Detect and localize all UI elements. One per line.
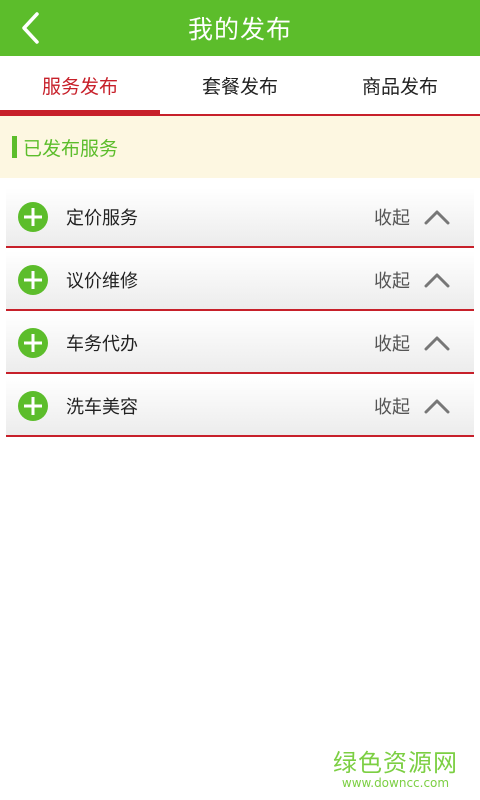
chevron-up-icon[interactable] — [424, 209, 450, 225]
chevron-left-icon — [22, 12, 39, 44]
watermark-title: 绿色资源网 — [333, 749, 458, 777]
list-item-label: 议价维修 — [66, 271, 138, 292]
list-item-label: 洗车美容 — [66, 397, 138, 418]
watermark: 绿色资源网 www.downcc.com — [333, 743, 458, 790]
collapse-toggle[interactable]: 收起 — [374, 204, 410, 230]
app-header: 我的发布 — [0, 0, 480, 56]
section-header: 已发布服务 — [0, 116, 480, 178]
section-title: 已发布服务 — [23, 137, 119, 160]
section-accent-bar — [12, 136, 17, 158]
plus-circle-icon[interactable] — [18, 202, 48, 232]
back-button[interactable] — [10, 8, 50, 48]
list-item-fixed-price[interactable]: 定价服务 收起 — [6, 188, 474, 248]
list-item-label: 车务代办 — [66, 334, 138, 355]
plus-circle-icon[interactable] — [18, 265, 48, 295]
plus-circle-icon[interactable] — [18, 328, 48, 358]
list-item-vehicle-agency[interactable]: 车务代办 收起 — [6, 314, 474, 374]
service-list: 定价服务 收起 议价维修 收起 车务代办 收起 洗车美容 收起 — [0, 188, 480, 437]
collapse-toggle[interactable]: 收起 — [374, 330, 410, 356]
watermark-url: www.downcc.com — [341, 776, 450, 790]
chevron-up-icon[interactable] — [424, 335, 450, 351]
tab-package-publish[interactable]: 套餐发布 — [160, 56, 320, 114]
page-title: 我的发布 — [187, 15, 292, 44]
tab-bar: 服务发布 套餐发布 商品发布 — [0, 56, 480, 116]
chevron-up-icon[interactable] — [424, 272, 450, 288]
collapse-toggle[interactable]: 收起 — [374, 267, 410, 293]
list-item-negotiated-repair[interactable]: 议价维修 收起 — [6, 251, 474, 311]
collapse-toggle[interactable]: 收起 — [374, 393, 410, 419]
chevron-up-icon[interactable] — [424, 398, 450, 414]
list-item-label: 定价服务 — [66, 208, 138, 229]
tab-service-publish[interactable]: 服务发布 — [0, 56, 160, 116]
tab-product-publish[interactable]: 商品发布 — [320, 56, 480, 114]
plus-circle-icon[interactable] — [18, 391, 48, 421]
list-item-car-wash[interactable]: 洗车美容 收起 — [6, 377, 474, 437]
